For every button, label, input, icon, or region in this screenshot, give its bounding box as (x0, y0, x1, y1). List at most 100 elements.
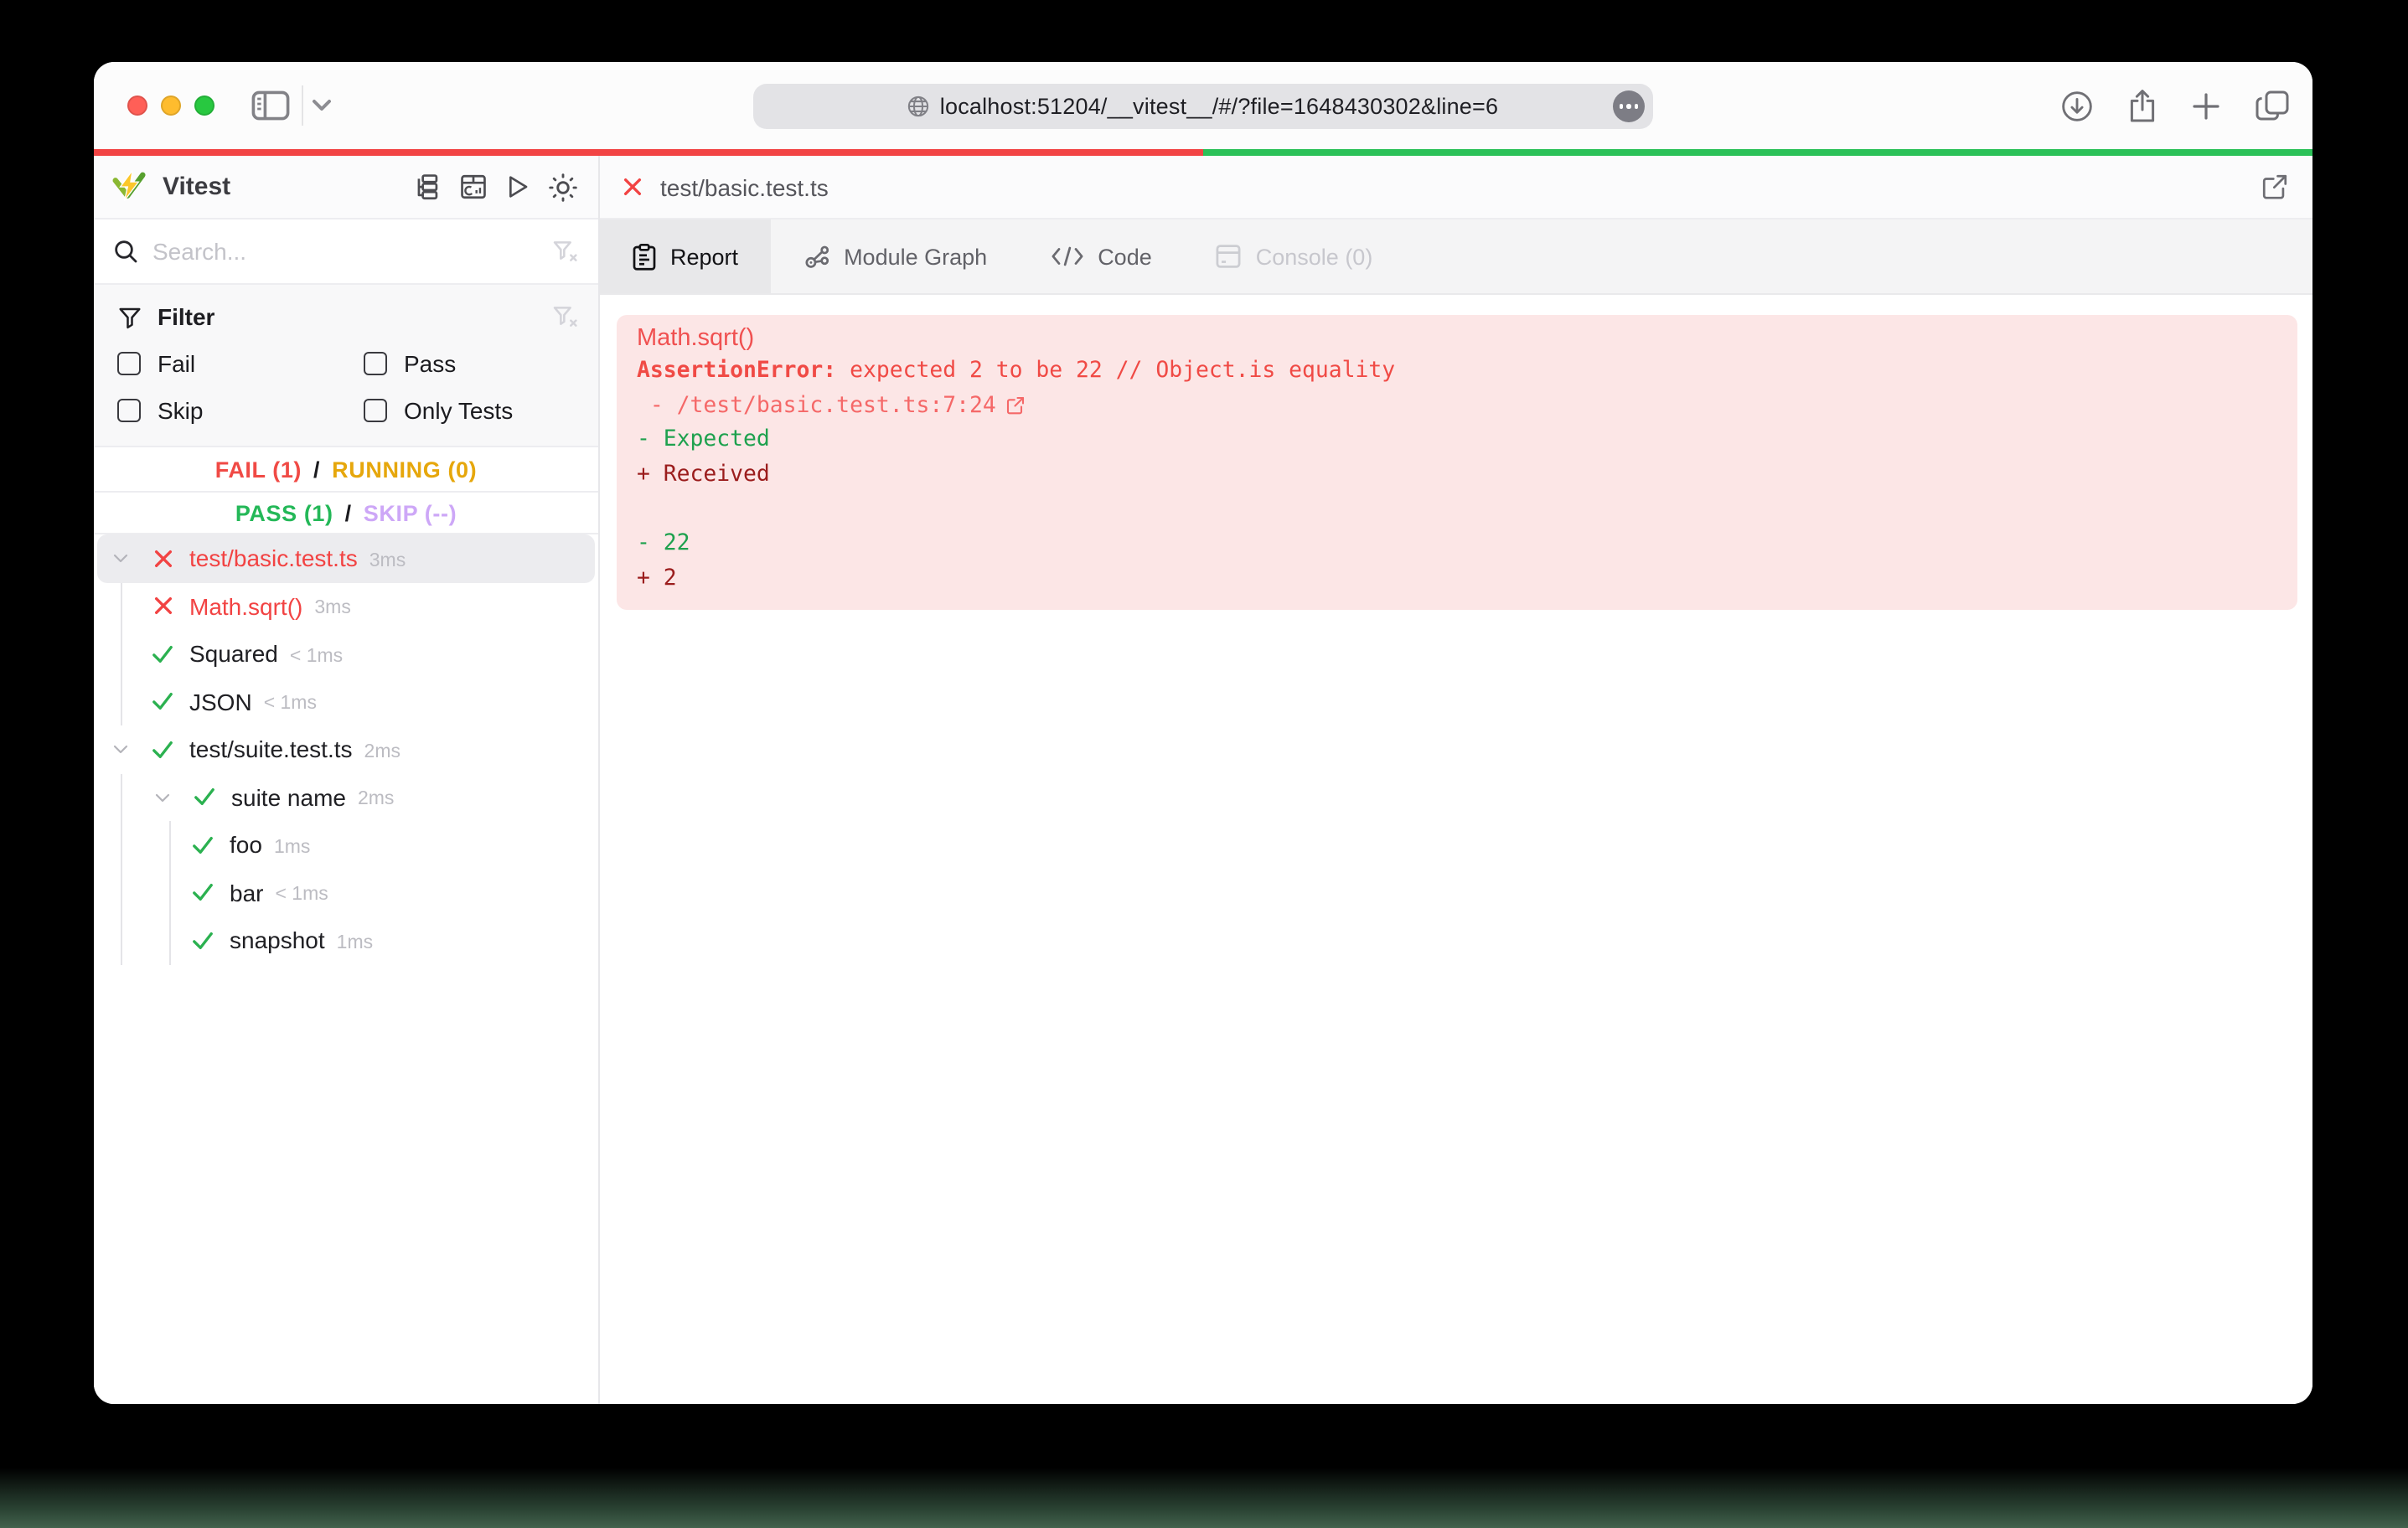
chevron-down-icon[interactable] (149, 787, 176, 808)
error-line-error: AssertionError: expected 2 to be 22 // O… (637, 359, 1396, 385)
code-icon (1051, 245, 1084, 268)
main-pane: test/basic.test.ts Report Module Graph Cod… (600, 156, 2312, 1404)
progress-pass-segment (1203, 149, 2312, 156)
progress-fail-segment (94, 149, 1203, 156)
report-view: Math.sqrt() AssertionError: expected 2 to… (600, 295, 2312, 1404)
filter-section: Filter Fail Pass Skip Only Tests (94, 285, 598, 447)
open-file-header: test/basic.test.ts (600, 156, 2312, 219)
sidebar: Vitest Search... Filter Fail Pass Skip O… (94, 156, 600, 1404)
console-icon (1216, 243, 1243, 270)
clear-search-filter-icon[interactable] (551, 238, 578, 265)
filter-option-label: Skip (158, 396, 204, 423)
new-tab-icon[interactable] (2192, 91, 2220, 120)
report-icon (632, 242, 657, 271)
tree-row-suite-name[interactable]: suite name 2ms (94, 773, 598, 821)
expand-collapse-tree-icon[interactable] (414, 172, 442, 202)
clear-filter-icon[interactable] (551, 303, 578, 330)
window-zoom-button[interactable] (194, 96, 214, 116)
sidebar-header: Vitest (94, 156, 598, 219)
address-bar[interactable]: localhost:51204/__vitest__/#/?file=16484… (753, 84, 1653, 129)
downloads-icon[interactable] (2061, 90, 2093, 121)
error-line-title: Math.sqrt() (637, 324, 755, 351)
summary-part: RUNNING (0) (332, 457, 478, 482)
filter-checkbox-skip[interactable] (117, 398, 141, 421)
tree-row-test-suite-test-ts[interactable]: test/suite.test.ts 2ms (94, 725, 598, 773)
filter-option-label: Pass (404, 349, 457, 376)
desktop-wallpaper-edge (0, 1468, 2408, 1528)
tree-row-json[interactable]: JSON < 1ms (94, 678, 598, 725)
tab-report[interactable]: Report (600, 219, 771, 293)
filter-title: Filter (158, 303, 215, 330)
app-title: Vitest (163, 173, 231, 201)
tree-row-test-basic-test-ts[interactable]: test/basic.test.ts 3ms (94, 534, 598, 582)
test-duration: 2ms (357, 789, 395, 810)
window-close-button[interactable] (127, 96, 147, 116)
test-duration: < 1ms (263, 694, 317, 715)
vitest-logo (111, 168, 149, 205)
summary-line-1: FAIL (1) / RUNNING (0) (94, 447, 598, 493)
tree-row-foo[interactable]: foo 1ms (94, 821, 598, 869)
chevron-down-icon[interactable] (107, 740, 134, 760)
graph-icon (802, 242, 830, 271)
error-line-received: + 2 (637, 565, 677, 591)
test-duration: 3ms (314, 598, 351, 619)
test-progress-bar (94, 149, 2312, 156)
search-input[interactable] (152, 238, 538, 265)
pass-icon (191, 787, 218, 808)
tab-label: Console (0) (1255, 244, 1373, 269)
pass-icon (189, 834, 216, 856)
toolbar-separator (302, 85, 303, 126)
tree-row-snapshot[interactable]: snapshot 1ms (94, 916, 598, 964)
summary-part: / (344, 500, 352, 525)
tree-row-math-sqrt[interactable]: Math.sqrt() 3ms (94, 582, 598, 630)
stack-trace-link[interactable]: - /test/basic.test.ts:7:24 (637, 390, 1026, 424)
error-line-blank (637, 493, 2277, 528)
filter-checkbox-pass[interactable] (364, 351, 387, 374)
filter-option-only-tests[interactable]: Only Tests (364, 394, 578, 426)
open-file-name: test/basic.test.ts (660, 173, 829, 200)
tab-overview-icon[interactable] (2256, 90, 2289, 121)
filter-option-fail[interactable]: Fail (117, 347, 364, 379)
tree-row-bar[interactable]: bar < 1ms (94, 869, 598, 916)
share-icon[interactable] (2128, 88, 2157, 123)
page-settings-button[interactable] (1613, 90, 1645, 122)
theme-toggle-sun-icon[interactable] (548, 172, 578, 202)
filter-checkbox-fail[interactable] (117, 351, 141, 374)
test-label: foo (230, 831, 262, 859)
pass-icon (149, 739, 176, 761)
search-icon (112, 238, 139, 265)
summary-part: FAIL (1) (214, 457, 302, 482)
tab-code[interactable]: Code (1019, 219, 1184, 293)
dashboard-icon[interactable] (459, 172, 488, 202)
tab-module-graph[interactable]: Module Graph (770, 219, 1019, 293)
test-duration: 1ms (273, 837, 311, 858)
filter-option-skip[interactable]: Skip (117, 394, 364, 426)
error-line-stack: - /test/basic.test.ts:7:24 (637, 390, 2277, 424)
error-line-expected: - 22 (637, 531, 690, 557)
run-all-icon[interactable] (504, 172, 531, 202)
sidebar-toggle-icon[interactable] (251, 62, 290, 149)
test-duration: 3ms (369, 550, 406, 571)
filter-option-pass[interactable]: Pass (364, 347, 578, 379)
error-panel: Math.sqrt() AssertionError: expected 2 to… (617, 314, 2297, 611)
filter-checkbox-only-tests[interactable] (364, 398, 387, 421)
summary-line-2: PASS (1) / SKIP (--) (94, 493, 598, 533)
chevron-down-icon[interactable] (107, 549, 134, 569)
view-tabs: Report Module Graph Code Console (0) (600, 219, 2312, 295)
filter-funnel-icon (117, 304, 142, 329)
test-label: Squared (189, 640, 278, 668)
tab-console-0[interactable]: Console (0) (1184, 219, 1405, 293)
error-line-received: + Received (637, 462, 770, 488)
filter-option-label: Only Tests (404, 396, 514, 423)
window-minimize-button[interactable] (161, 96, 181, 116)
toolbar-chevron-down-icon[interactable] (312, 62, 332, 149)
open-in-editor-icon[interactable] (2261, 173, 2289, 201)
tree-row-squared[interactable]: Squared < 1ms (94, 630, 598, 678)
summary-part: SKIP (--) (363, 500, 457, 525)
browser-toolbar: localhost:51204/__vitest__/#/?file=16484… (94, 62, 2312, 149)
fail-icon (149, 548, 176, 570)
tab-label: Module Graph (844, 244, 988, 269)
test-label: test/suite.test.ts (189, 736, 353, 763)
tab-label: Report (670, 244, 739, 269)
external-link-icon[interactable] (1006, 396, 1026, 416)
